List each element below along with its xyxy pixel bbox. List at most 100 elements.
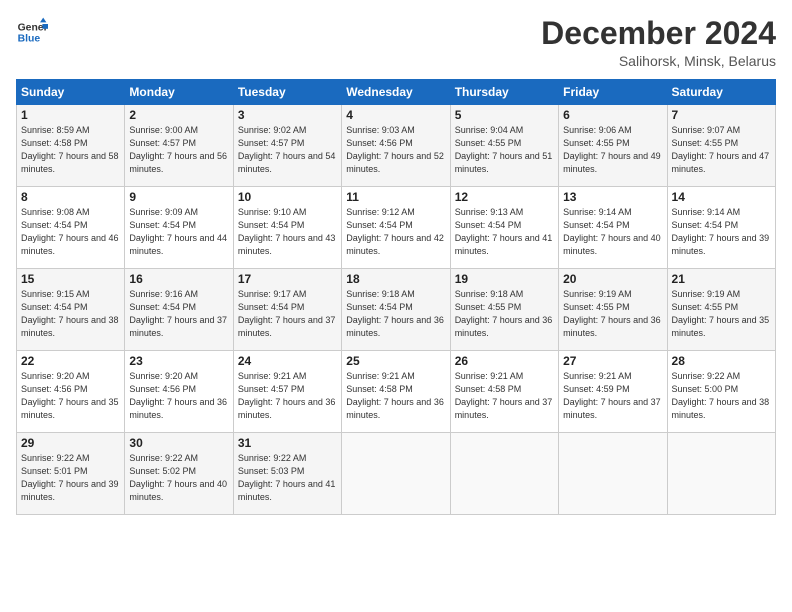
day-number: 5 [455,108,554,122]
table-row: 31 Sunrise: 9:22 AMSunset: 5:03 PMDaylig… [233,433,341,515]
table-row: 20 Sunrise: 9:19 AMSunset: 4:55 PMDaylig… [559,269,667,351]
day-number: 18 [346,272,445,286]
table-row: 17 Sunrise: 9:17 AMSunset: 4:54 PMDaylig… [233,269,341,351]
table-row: 21 Sunrise: 9:19 AMSunset: 4:55 PMDaylig… [667,269,775,351]
day-number: 24 [238,354,337,368]
table-row: 27 Sunrise: 9:21 AMSunset: 4:59 PMDaylig… [559,351,667,433]
table-row: 30 Sunrise: 9:22 AMSunset: 5:02 PMDaylig… [125,433,233,515]
table-row: 2 Sunrise: 9:00 AMSunset: 4:57 PMDayligh… [125,105,233,187]
table-row: 9 Sunrise: 9:09 AMSunset: 4:54 PMDayligh… [125,187,233,269]
day-info: Sunrise: 9:18 AMSunset: 4:54 PMDaylight:… [346,288,445,340]
day-info: Sunrise: 8:59 AMSunset: 4:58 PMDaylight:… [21,124,120,176]
day-number: 1 [21,108,120,122]
table-row: 11 Sunrise: 9:12 AMSunset: 4:54 PMDaylig… [342,187,450,269]
table-row [342,433,450,515]
day-info: Sunrise: 9:06 AMSunset: 4:55 PMDaylight:… [563,124,662,176]
day-number: 19 [455,272,554,286]
table-row: 24 Sunrise: 9:21 AMSunset: 4:57 PMDaylig… [233,351,341,433]
day-number: 15 [21,272,120,286]
table-row: 1 Sunrise: 8:59 AMSunset: 4:58 PMDayligh… [17,105,125,187]
day-number: 4 [346,108,445,122]
day-info: Sunrise: 9:02 AMSunset: 4:57 PMDaylight:… [238,124,337,176]
day-info: Sunrise: 9:20 AMSunset: 4:56 PMDaylight:… [129,370,228,422]
day-number: 8 [21,190,120,204]
day-number: 9 [129,190,228,204]
day-number: 23 [129,354,228,368]
table-row: 18 Sunrise: 9:18 AMSunset: 4:54 PMDaylig… [342,269,450,351]
table-row: 25 Sunrise: 9:21 AMSunset: 4:58 PMDaylig… [342,351,450,433]
table-row: 3 Sunrise: 9:02 AMSunset: 4:57 PMDayligh… [233,105,341,187]
svg-text:Blue: Blue [18,34,41,45]
table-row [559,433,667,515]
header-wednesday: Wednesday [342,80,450,105]
day-number: 11 [346,190,445,204]
day-info: Sunrise: 9:21 AMSunset: 4:58 PMDaylight:… [455,370,554,422]
day-number: 12 [455,190,554,204]
header: General Blue December 2024 Salihorsk, Mi… [16,16,776,69]
weekday-header-row: Sunday Monday Tuesday Wednesday Thursday… [17,80,776,105]
day-number: 7 [672,108,771,122]
table-row: 14 Sunrise: 9:14 AMSunset: 4:54 PMDaylig… [667,187,775,269]
logo-icon: General Blue [16,16,48,48]
day-info: Sunrise: 9:00 AMSunset: 4:57 PMDaylight:… [129,124,228,176]
table-row: 22 Sunrise: 9:20 AMSunset: 4:56 PMDaylig… [17,351,125,433]
day-info: Sunrise: 9:17 AMSunset: 4:54 PMDaylight:… [238,288,337,340]
page: General Blue December 2024 Salihorsk, Mi… [0,0,792,612]
table-row: 26 Sunrise: 9:21 AMSunset: 4:58 PMDaylig… [450,351,558,433]
table-row: 28 Sunrise: 9:22 AMSunset: 5:00 PMDaylig… [667,351,775,433]
location: Salihorsk, Minsk, Belarus [541,53,776,69]
day-info: Sunrise: 9:04 AMSunset: 4:55 PMDaylight:… [455,124,554,176]
header-sunday: Sunday [17,80,125,105]
day-info: Sunrise: 9:21 AMSunset: 4:57 PMDaylight:… [238,370,337,422]
day-number: 20 [563,272,662,286]
day-info: Sunrise: 9:09 AMSunset: 4:54 PMDaylight:… [129,206,228,258]
day-number: 21 [672,272,771,286]
day-info: Sunrise: 9:12 AMSunset: 4:54 PMDaylight:… [346,206,445,258]
calendar: Sunday Monday Tuesday Wednesday Thursday… [16,79,776,515]
day-info: Sunrise: 9:21 AMSunset: 4:58 PMDaylight:… [346,370,445,422]
table-row: 8 Sunrise: 9:08 AMSunset: 4:54 PMDayligh… [17,187,125,269]
header-thursday: Thursday [450,80,558,105]
header-tuesday: Tuesday [233,80,341,105]
day-number: 28 [672,354,771,368]
day-number: 25 [346,354,445,368]
day-info: Sunrise: 9:14 AMSunset: 4:54 PMDaylight:… [672,206,771,258]
table-row: 7 Sunrise: 9:07 AMSunset: 4:55 PMDayligh… [667,105,775,187]
day-number: 22 [21,354,120,368]
day-info: Sunrise: 9:07 AMSunset: 4:55 PMDaylight:… [672,124,771,176]
day-number: 10 [238,190,337,204]
day-info: Sunrise: 9:21 AMSunset: 4:59 PMDaylight:… [563,370,662,422]
day-info: Sunrise: 9:14 AMSunset: 4:54 PMDaylight:… [563,206,662,258]
table-row [667,433,775,515]
table-row: 29 Sunrise: 9:22 AMSunset: 5:01 PMDaylig… [17,433,125,515]
day-number: 6 [563,108,662,122]
day-info: Sunrise: 9:08 AMSunset: 4:54 PMDaylight:… [21,206,120,258]
header-monday: Monday [125,80,233,105]
day-number: 2 [129,108,228,122]
table-row: 12 Sunrise: 9:13 AMSunset: 4:54 PMDaylig… [450,187,558,269]
day-info: Sunrise: 9:22 AMSunset: 5:03 PMDaylight:… [238,452,337,504]
day-number: 17 [238,272,337,286]
table-row: 6 Sunrise: 9:06 AMSunset: 4:55 PMDayligh… [559,105,667,187]
table-row: 19 Sunrise: 9:18 AMSunset: 4:55 PMDaylig… [450,269,558,351]
table-row: 16 Sunrise: 9:16 AMSunset: 4:54 PMDaylig… [125,269,233,351]
day-number: 31 [238,436,337,450]
day-info: Sunrise: 9:15 AMSunset: 4:54 PMDaylight:… [21,288,120,340]
day-number: 3 [238,108,337,122]
logo: General Blue [16,16,48,48]
header-friday: Friday [559,80,667,105]
table-row: 13 Sunrise: 9:14 AMSunset: 4:54 PMDaylig… [559,187,667,269]
day-info: Sunrise: 9:03 AMSunset: 4:56 PMDaylight:… [346,124,445,176]
day-number: 27 [563,354,662,368]
table-row [450,433,558,515]
header-saturday: Saturday [667,80,775,105]
day-number: 14 [672,190,771,204]
day-info: Sunrise: 9:18 AMSunset: 4:55 PMDaylight:… [455,288,554,340]
day-info: Sunrise: 9:22 AMSunset: 5:02 PMDaylight:… [129,452,228,504]
day-number: 26 [455,354,554,368]
day-number: 30 [129,436,228,450]
title-block: December 2024 Salihorsk, Minsk, Belarus [541,16,776,69]
day-info: Sunrise: 9:13 AMSunset: 4:54 PMDaylight:… [455,206,554,258]
table-row: 23 Sunrise: 9:20 AMSunset: 4:56 PMDaylig… [125,351,233,433]
day-number: 16 [129,272,228,286]
